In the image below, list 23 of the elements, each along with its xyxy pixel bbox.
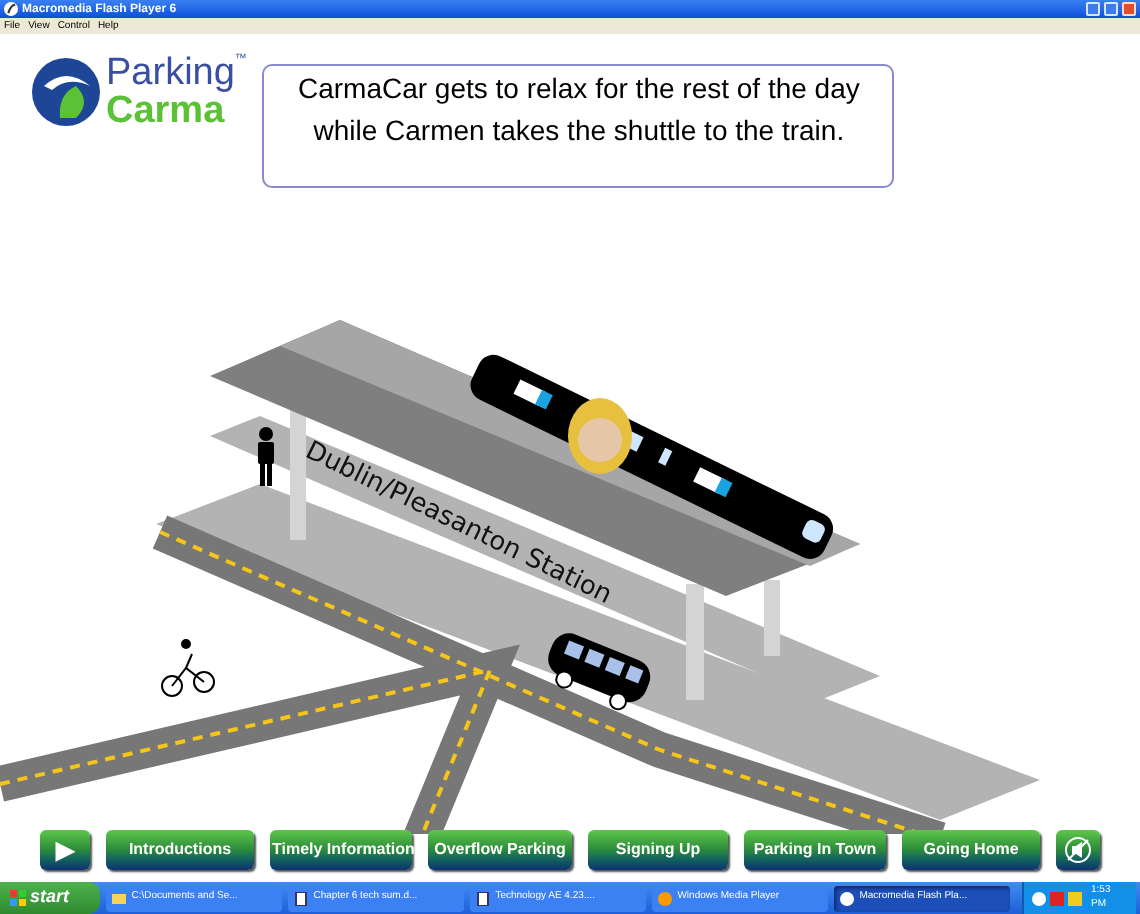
media-icon — [657, 891, 672, 905]
windows-logo-icon — [10, 890, 26, 906]
document-icon — [475, 891, 490, 905]
mute-icon — [1064, 836, 1092, 864]
nav-button[interactable]: Signing Up — [588, 830, 728, 870]
caption-text: while Carmen takes the shuttle to the train. — [313, 112, 845, 150]
start-button[interactable]: start — [0, 882, 100, 914]
nav-button[interactable]: Parking In Town — [744, 830, 886, 870]
nav-button[interactable]: Introductions — [106, 830, 254, 870]
minimize-button[interactable] — [1086, 2, 1100, 16]
logo-text: Carma — [106, 94, 225, 130]
play-button[interactable]: ▶ — [40, 830, 90, 870]
nav-button[interactable]: Timely Information — [270, 830, 412, 870]
caption-text: CarmaCar gets to relax for the rest of the day — [297, 70, 860, 108]
sound-button[interactable] — [1056, 830, 1100, 870]
close-button[interactable] — [1122, 2, 1136, 16]
document-icon — [293, 891, 308, 905]
folder-icon — [111, 891, 126, 905]
maximize-button[interactable] — [1104, 2, 1118, 16]
logo-text: Parking — [106, 54, 235, 94]
nav-button[interactable]: Going Home — [902, 830, 1040, 870]
nav-button[interactable]: Overflow Parking — [428, 830, 572, 870]
logo-icon — [32, 58, 100, 126]
